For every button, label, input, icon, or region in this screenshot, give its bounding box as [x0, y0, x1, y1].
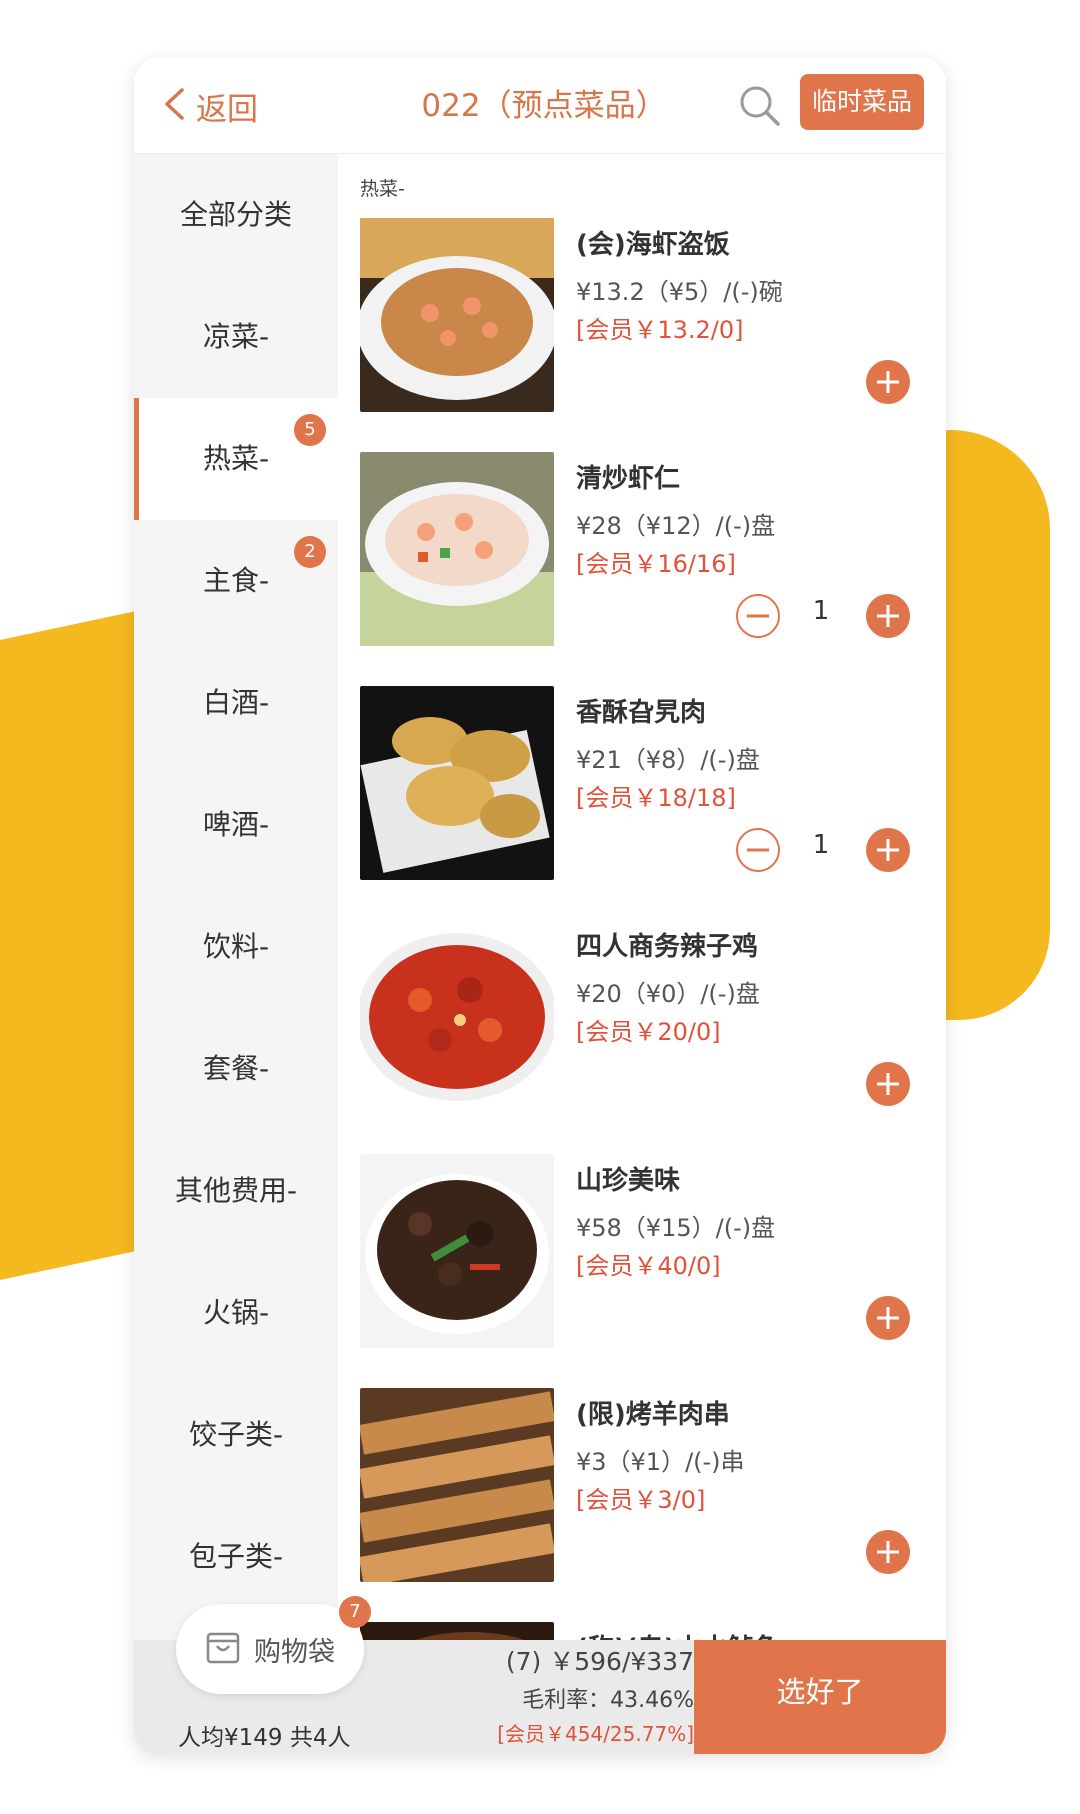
dish-name: 山珍美味: [576, 1166, 681, 1196]
section-title: 热菜-: [360, 178, 405, 200]
add-button[interactable]: [866, 594, 910, 638]
member-price: [会员￥20/0]: [576, 1018, 721, 1046]
cart-button[interactable]: 购物袋: [176, 1604, 364, 1694]
per-person-summary: 人均¥149 共4人: [178, 1725, 351, 1751]
list-item: (限)烤羊肉串 ¥3（¥1）/(-)串 [会员￥3/0]: [360, 1388, 940, 1584]
sidebar-item-cold-dishes[interactable]: 凉菜-: [134, 276, 338, 398]
member-price: [会员￥13.2/0]: [576, 316, 744, 344]
member-price: [会员￥16/16]: [576, 550, 736, 578]
dish-image: [360, 686, 554, 880]
add-button[interactable]: [866, 1530, 910, 1574]
sidebar-item-label: 主食-: [202, 564, 270, 597]
sidebar-item-dumplings[interactable]: 饺子类-: [134, 1374, 338, 1496]
member-price: [会员￥40/0]: [576, 1252, 721, 1280]
dish-name: (限)烤羊肉串: [576, 1400, 730, 1430]
sidebar-item-label: 套餐-: [202, 1052, 270, 1085]
dish-price: ¥21（¥8）/(-)盘: [576, 746, 760, 774]
sidebar-item-other-fees[interactable]: 其他费用-: [134, 1130, 338, 1252]
app-window: 返回 022（预点菜品） 临时菜品 全部分类 凉菜- 热菜- 5 主食- 2 白酒-…: [134, 58, 946, 1754]
confirm-selection-button[interactable]: 选好了: [694, 1640, 946, 1754]
quantity-value: 1: [812, 830, 830, 860]
dish-name: 四人商务辣子鸡: [576, 932, 759, 962]
member-price: [会员￥3/0]: [576, 1486, 706, 1514]
minus-button[interactable]: [736, 594, 780, 638]
add-button[interactable]: [866, 1062, 910, 1106]
list-item: (会)海虾盗饭 ¥13.2（¥5）/(-)碗 [会员￥13.2/0]: [360, 218, 940, 414]
sidebar-item-drinks[interactable]: 饮料-: [134, 886, 338, 1008]
count-badge: 5: [294, 414, 326, 446]
dish-list: 热菜- (会)海虾盗饭 ¥13.2（¥5）/(-)碗 [会员￥13.2/0] 清…: [338, 154, 946, 1754]
header: 返回 022（预点菜品） 临时菜品: [134, 58, 946, 154]
order-totals: (7) ￥596/¥337 毛利率：43.46% [会员￥454/25.77%]: [454, 1642, 694, 1747]
sidebar-item-label: 啤酒-: [202, 808, 270, 841]
count-badge: 2: [294, 536, 326, 568]
back-button[interactable]: 返回: [162, 78, 258, 134]
add-button[interactable]: [866, 1296, 910, 1340]
sidebar-item-baijiu[interactable]: 白酒-: [134, 642, 338, 764]
sidebar-item-label: 包子类-: [188, 1540, 284, 1573]
category-sidebar: 全部分类 凉菜- 热菜- 5 主食- 2 白酒- 啤酒- 饮料- 套餐- 其他费用-…: [134, 154, 338, 1754]
member-total: [会员￥454/25.77%]: [497, 1722, 694, 1746]
list-item: 四人商务辣子鸡 ¥20（¥0）/(-)盘 [会员￥20/0]: [360, 920, 940, 1116]
quantity-value: 1: [812, 596, 830, 626]
dish-name: 清炒虾仁: [576, 464, 681, 494]
sidebar-item-label: 火锅-: [202, 1296, 270, 1329]
sidebar-item-hot-dishes[interactable]: 热菜- 5: [134, 398, 338, 520]
sidebar-item-staple[interactable]: 主食- 2: [134, 520, 338, 642]
dish-image: [360, 218, 554, 412]
member-price: [会员￥18/18]: [576, 784, 736, 812]
dish-image: [360, 1388, 554, 1582]
add-button[interactable]: [866, 360, 910, 404]
shopping-bag-icon: [204, 1628, 242, 1670]
total-amount: (7) ￥596/¥337: [505, 1647, 694, 1676]
add-button[interactable]: [866, 828, 910, 872]
dish-image: [360, 452, 554, 646]
sidebar-item-hotpot[interactable]: 火锅-: [134, 1252, 338, 1374]
dish-image: [360, 920, 554, 1114]
sidebar-item-label: 白酒-: [202, 686, 270, 719]
sidebar-item-beer[interactable]: 啤酒-: [134, 764, 338, 886]
cart-count-badge: 7: [339, 1596, 371, 1628]
dish-name: (会)海虾盗饭: [576, 230, 730, 260]
minus-button[interactable]: [736, 828, 780, 872]
sidebar-item-label: 热菜-: [202, 442, 270, 475]
list-item: 山珍美味 ¥58（¥15）/(-)盘 [会员￥40/0]: [360, 1154, 940, 1350]
dish-price: ¥3（¥1）/(-)串: [576, 1448, 745, 1476]
dish-price: ¥58（¥15）/(-)盘: [576, 1214, 776, 1242]
gross-margin: 毛利率：43.46%: [522, 1688, 694, 1713]
sidebar-item-label: 饺子类-: [188, 1418, 284, 1451]
temp-dish-button[interactable]: 临时菜品: [800, 74, 924, 130]
sidebar-item-label: 全部分类: [179, 198, 292, 231]
sidebar-item-all[interactable]: 全部分类: [134, 154, 338, 276]
dish-image: [360, 1154, 554, 1348]
dish-price: ¥20（¥0）/(-)盘: [576, 980, 760, 1008]
sidebar-item-label: 其他费用-: [174, 1174, 298, 1207]
sidebar-item-label: 饮料-: [202, 930, 270, 963]
dish-name: 香酥旮旯肉: [576, 698, 707, 728]
list-item: 清炒虾仁 ¥28（¥12）/(-)盘 [会员￥16/16] 1: [360, 452, 940, 648]
dish-price: ¥13.2（¥5）/(-)碗: [576, 278, 783, 306]
list-item: 香酥旮旯肉 ¥21（¥8）/(-)盘 [会员￥18/18] 1: [360, 686, 940, 882]
chevron-left-icon: [162, 86, 186, 126]
search-icon[interactable]: [734, 80, 786, 132]
sidebar-item-label: 凉菜-: [202, 320, 270, 353]
dish-price: ¥28（¥12）/(-)盘: [576, 512, 776, 540]
checkout-bar: 购物袋 7 人均¥149 共4人 (7) ￥596/¥337 毛利率：43.46…: [134, 1596, 946, 1754]
page-title: 022（预点菜品）: [421, 88, 667, 124]
back-label: 返回: [196, 91, 258, 128]
cart-label: 购物袋: [254, 1636, 335, 1668]
sidebar-item-buns[interactable]: 包子类-: [134, 1496, 338, 1618]
sidebar-item-combo[interactable]: 套餐-: [134, 1008, 338, 1130]
